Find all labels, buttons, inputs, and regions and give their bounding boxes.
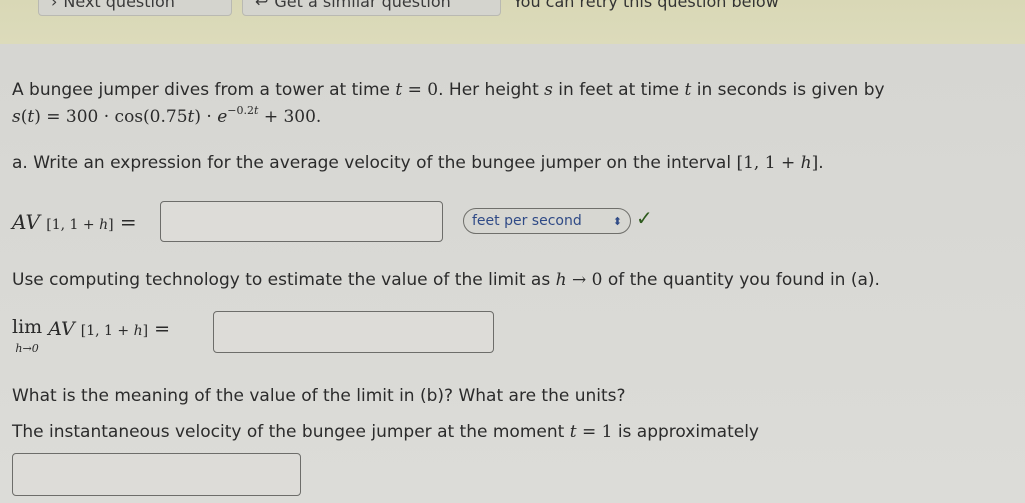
part-c-sentence: The instantaneous velocity of the bungee… [12, 422, 759, 442]
problem-intro: A bungee jumper dives from a tower at ti… [12, 80, 885, 100]
height-formula: s(t) = 300 · cos(0.75t) · e−0.2t + 300. [12, 104, 322, 127]
units-select[interactable]: feet per second ⬍ [463, 208, 631, 234]
retry-note: You can retry this question below [513, 0, 779, 11]
part-a-prompt: a. Write an expression for the average v… [12, 153, 824, 173]
part-a-label: AV [1, 1 + h] = [12, 210, 137, 234]
part-b-prompt: Use computing technology to estimate the… [12, 270, 880, 290]
checkmark-icon: ✓ [636, 206, 653, 230]
up-down-chevron-icon: ⬍ [612, 214, 622, 228]
part-c-prompt: What is the meaning of the value of the … [12, 386, 626, 406]
next-question-button[interactable]: › Next question [38, 0, 232, 16]
limit-input[interactable] [213, 311, 494, 353]
arrow-right-icon: › [51, 0, 58, 11]
instantaneous-velocity-input[interactable] [12, 453, 301, 496]
return-arrow-icon: ↩ [255, 0, 269, 11]
average-velocity-input[interactable] [160, 201, 443, 242]
toolbar-banner: › Next question ↩ Get a similar question… [0, 0, 1025, 44]
part-b-label: lim h→0 AV [1, 1 + h] = [12, 316, 171, 355]
similar-question-button[interactable]: ↩ Get a similar question [242, 0, 501, 16]
